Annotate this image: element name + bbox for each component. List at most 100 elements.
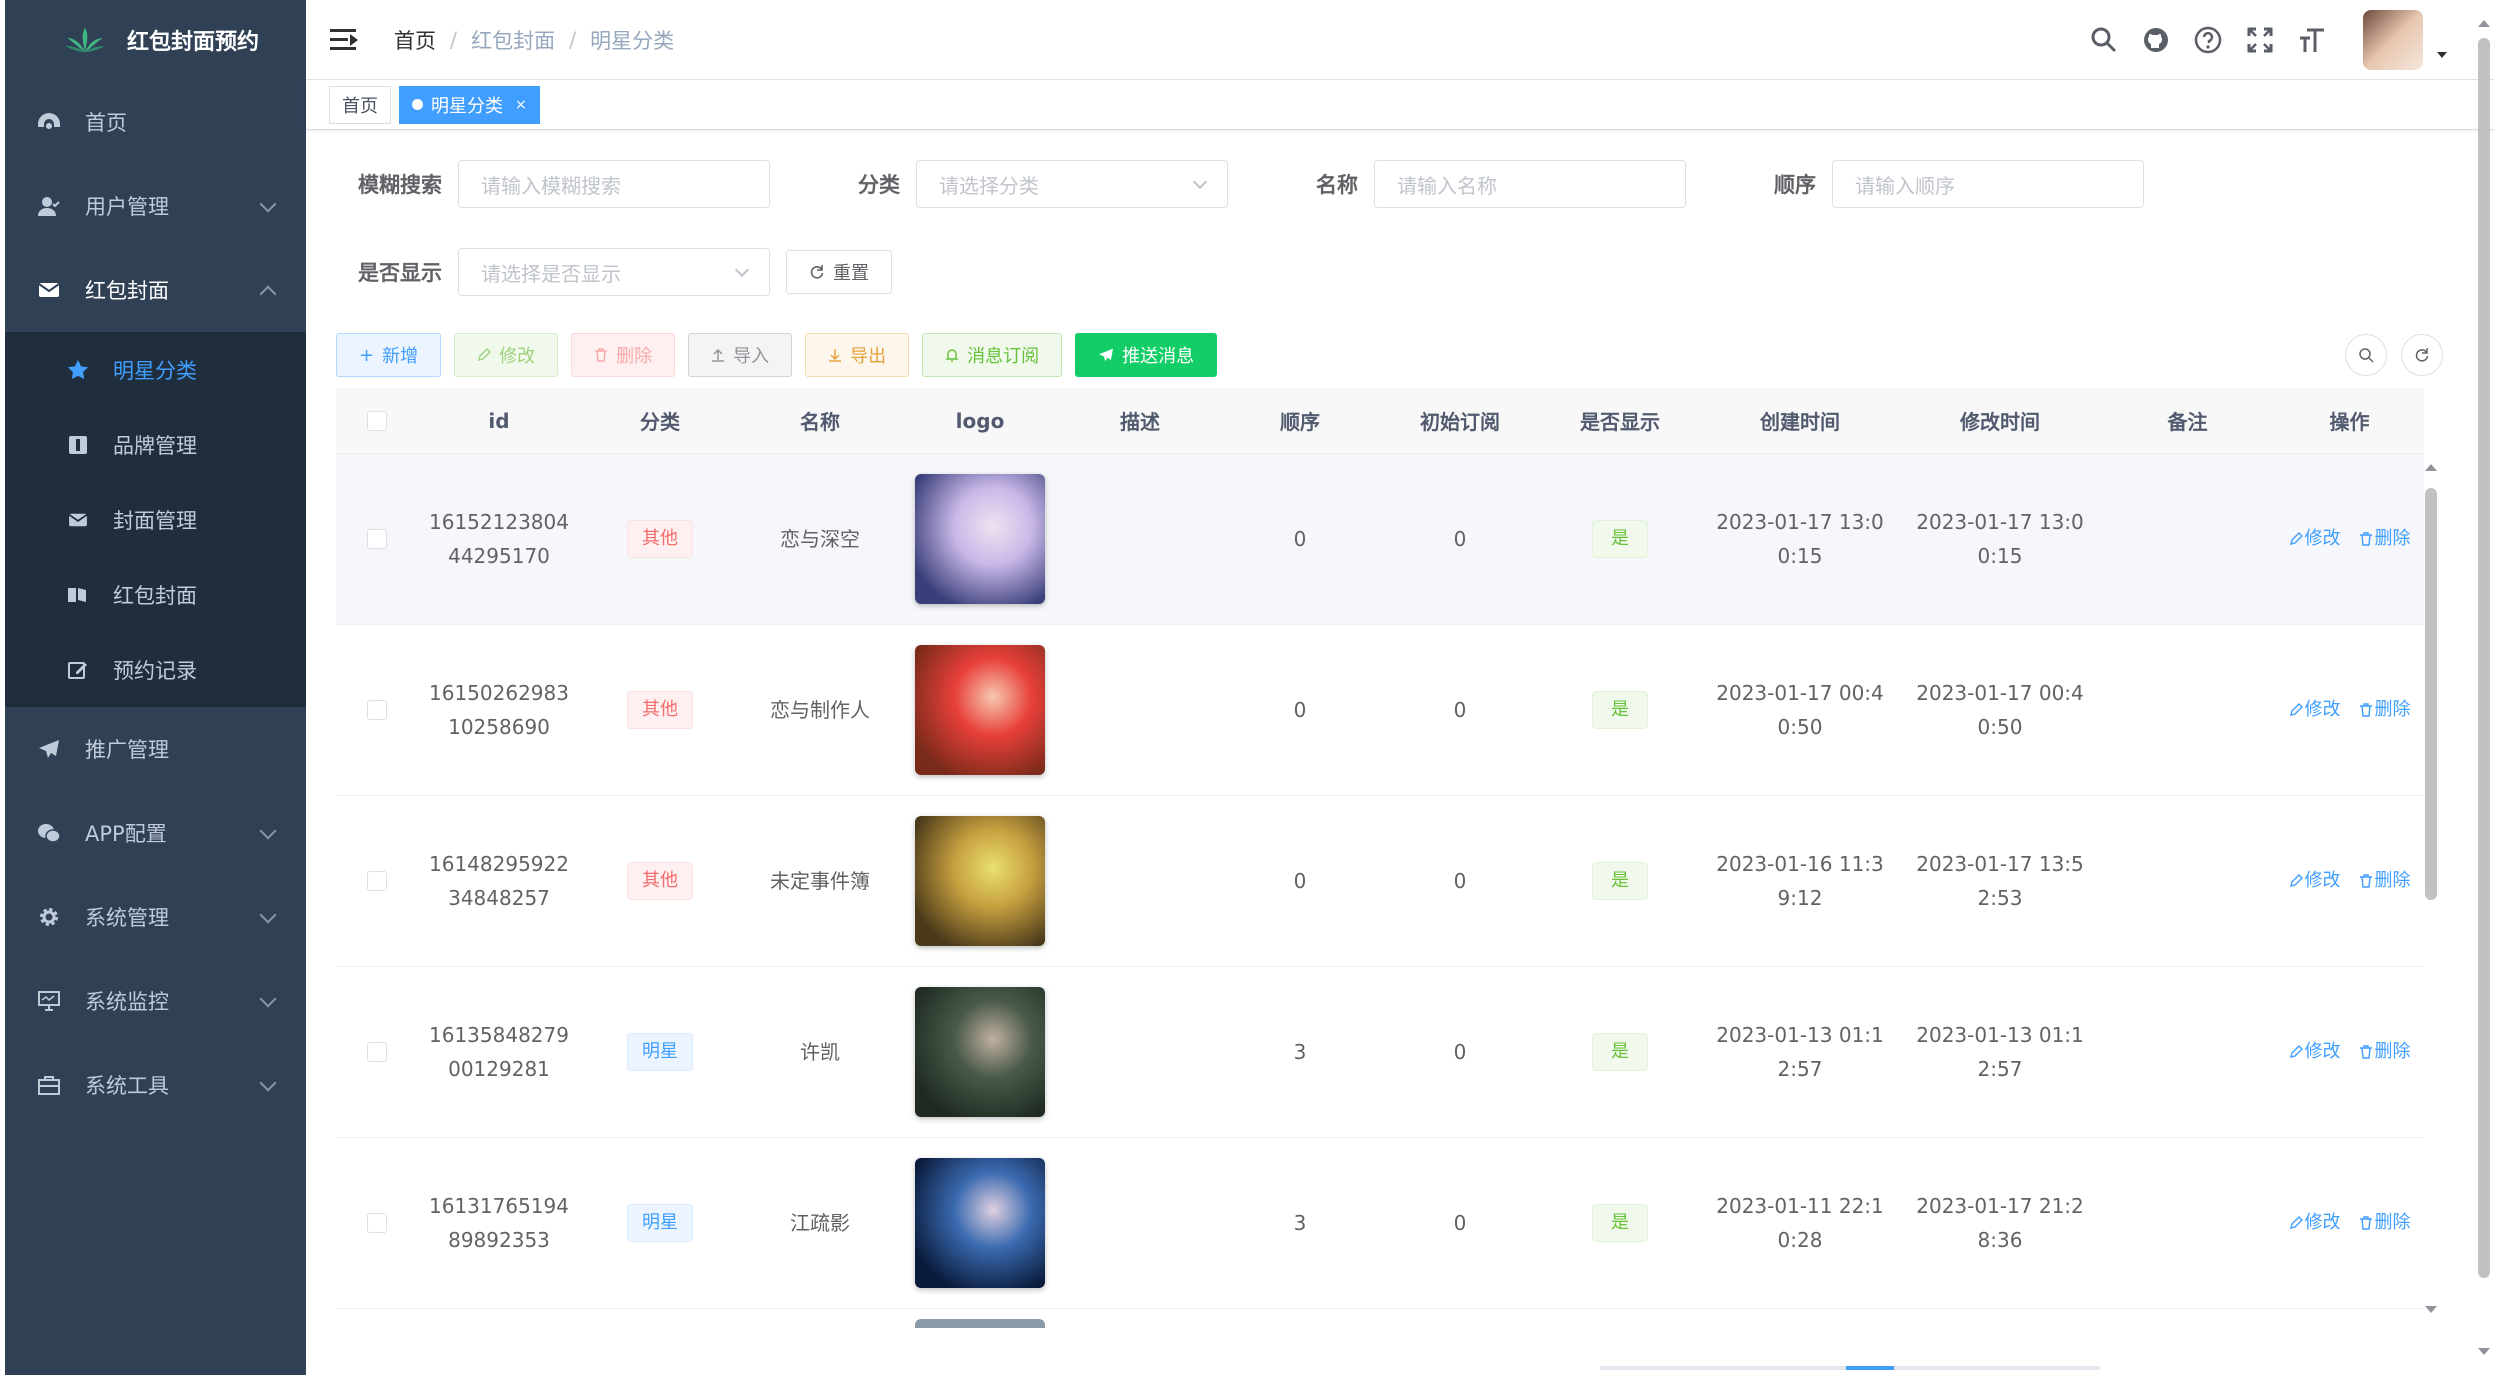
github-icon[interactable] <box>2141 25 2171 55</box>
subscribe-button[interactable]: 消息订阅 <box>922 333 1063 377</box>
row-checkbox[interactable] <box>367 1042 387 1062</box>
cell-category: 明星 <box>580 1033 740 1071</box>
trash-icon <box>2359 874 2372 888</box>
button-label: 删除 <box>616 346 653 367</box>
row-select-cell <box>336 529 418 549</box>
font-size-icon[interactable] <box>2297 25 2327 55</box>
sidebar-item-brand[interactable]: 品牌管理 <box>5 407 306 482</box>
table-row[interactable]: 16148295922 34848257 其他 未定事件簿 0 0 是 2023-… <box>336 796 2424 967</box>
sidebar-item-home[interactable]: 首页 <box>5 80 306 164</box>
row-select-cell <box>336 1042 418 1062</box>
tag-home[interactable]: 首页 <box>329 85 391 124</box>
row-edit-link[interactable]: 修改 <box>2289 1206 2341 1240</box>
row-edit-link[interactable]: 修改 <box>2289 1035 2341 1069</box>
page-scrollbar[interactable] <box>2478 38 2490 1278</box>
push-message-button[interactable]: 推送消息 <box>1075 333 1218 377</box>
modified-line-1: 2023-01-17 13:5 <box>1916 852 2084 876</box>
row-edit-link[interactable]: 修改 <box>2289 522 2341 556</box>
logo-image[interactable] <box>915 645 1045 775</box>
add-button[interactable]: + 新增 <box>336 333 442 377</box>
breadcrumb: 首页 / 红包封面 / 明星分类 <box>394 25 674 55</box>
fullscreen-icon[interactable] <box>2245 25 2275 55</box>
import-button[interactable]: 导入 <box>688 333 793 377</box>
logo-image[interactable] <box>915 474 1045 604</box>
order-input[interactable]: 请输入顺序 <box>1832 160 2144 208</box>
sidebar-item-monitor[interactable]: 系统监控 <box>5 959 306 1043</box>
table-row[interactable]: 16152123804 44295170 其他 恋与深空 0 0 是 2023-0… <box>336 454 2424 625</box>
name-input[interactable]: 请输入名称 <box>1374 160 1686 208</box>
edit-button[interactable]: 修改 <box>454 333 559 377</box>
reset-label: 重置 <box>833 263 869 284</box>
row-delete-link[interactable]: 删除 <box>2359 693 2411 727</box>
row-checkbox[interactable] <box>367 700 387 720</box>
help-icon[interactable] <box>2193 25 2223 55</box>
fuzzy-search-input[interactable]: 请输入模糊搜索 <box>458 160 770 208</box>
table-row[interactable]: 16135848279 00129281 明星 许凯 3 0 是 2023-01-… <box>336 967 2424 1138</box>
app-logo[interactable]: 红包封面预约 <box>5 0 306 80</box>
close-icon[interactable]: × <box>515 97 527 113</box>
category-tag: 其他 <box>627 862 693 900</box>
page-scroll-up-icon[interactable] <box>2478 20 2490 27</box>
cell-is-shown: 是 <box>1540 1204 1700 1242</box>
sidebar-item-system[interactable]: 系统管理 <box>5 875 306 959</box>
sidebar-item-promotion[interactable]: 推广管理 <box>5 707 306 791</box>
toggle-search-button[interactable] <box>2345 334 2387 376</box>
logo-image[interactable] <box>915 1158 1045 1288</box>
avatar[interactable] <box>2363 10 2423 70</box>
row-delete-link[interactable]: 删除 <box>2359 1206 2411 1240</box>
scroll-down-icon[interactable] <box>2425 1306 2437 1313</box>
category-tag: 其他 <box>627 691 693 729</box>
delete-button[interactable]: 删除 <box>571 333 676 377</box>
horizontal-scroll-thumb[interactable] <box>1846 1366 1894 1370</box>
shown-tag: 是 <box>1592 862 1648 900</box>
row-checkbox[interactable] <box>367 529 387 549</box>
created-line-1: 2023-01-16 11:3 <box>1716 852 1884 876</box>
sidebar-item-red-envelope[interactable]: 红包封面 <box>5 248 306 332</box>
sidebar-item-red-cover[interactable]: 红包封面 <box>5 557 306 632</box>
cell-initial-subscription: 0 <box>1453 1211 1467 1235</box>
cell-actions: 修改 删除 <box>2275 864 2424 898</box>
refresh-button[interactable] <box>2401 334 2443 376</box>
select-all-checkbox[interactable] <box>367 410 387 431</box>
table-row[interactable]: 16131765194 89892353 明星 江疏影 3 0 是 2023-01… <box>336 1138 2424 1309</box>
logo-image[interactable] <box>915 816 1045 946</box>
sidebar-item-app-config[interactable]: APP配置 <box>5 791 306 875</box>
cell-order: 0 <box>1293 698 1307 722</box>
paper-plane-icon <box>35 735 63 763</box>
breadcrumb-home[interactable]: 首页 <box>394 25 436 55</box>
modified-line-2: 0:50 <box>1977 715 2023 739</box>
row-checkbox[interactable] <box>367 871 387 891</box>
caret-down-icon[interactable] <box>2437 52 2447 58</box>
sidebar-item-tools[interactable]: 系统工具 <box>5 1043 306 1127</box>
reset-button[interactable]: 重置 <box>786 250 892 294</box>
table-scrollbar[interactable] <box>2425 488 2437 900</box>
cell-actions: 修改 删除 <box>2275 693 2424 727</box>
cell-logo <box>900 645 1060 775</box>
scroll-up-icon[interactable] <box>2425 464 2437 471</box>
row-edit-link[interactable]: 修改 <box>2289 693 2341 727</box>
edit-icon <box>2289 874 2303 887</box>
sidebar-item-label: 封面管理 <box>113 508 197 533</box>
sidebar-item-star-category[interactable]: 明星分类 <box>5 332 306 407</box>
row-edit-link[interactable]: 修改 <box>2289 864 2341 898</box>
sidebar-item-cover[interactable]: 封面管理 <box>5 482 306 557</box>
page-scroll-down-icon[interactable] <box>2478 1348 2490 1355</box>
search-icon[interactable] <box>2089 25 2119 55</box>
breadcrumb-separator: / <box>569 27 577 52</box>
export-button[interactable]: 导出 <box>805 333 910 377</box>
hamburger-icon[interactable] <box>330 28 358 51</box>
table-row[interactable]: 16150262983 10258690 其他 恋与制作人 0 0 是 2023-… <box>336 625 2424 796</box>
show-select[interactable]: 请选择是否显示 <box>458 248 770 296</box>
cell-created-time: 2023-01-17 13:0 0:15 <box>1700 505 1900 573</box>
row-delete-link[interactable]: 删除 <box>2359 864 2411 898</box>
category-select[interactable]: 请选择分类 <box>916 160 1228 208</box>
sidebar-item-reservation[interactable]: 预约记录 <box>5 632 306 707</box>
row-delete-link[interactable]: 删除 <box>2359 1035 2411 1069</box>
row-delete-link[interactable]: 删除 <box>2359 522 2411 556</box>
sidebar-item-users[interactable]: 用户管理 <box>5 164 306 248</box>
breadcrumb-red-envelope[interactable]: 红包封面 <box>471 25 555 55</box>
user-icon <box>35 192 63 220</box>
tag-star-category[interactable]: 明星分类 × <box>399 85 540 124</box>
logo-image[interactable] <box>915 987 1045 1117</box>
row-checkbox[interactable] <box>367 1213 387 1233</box>
